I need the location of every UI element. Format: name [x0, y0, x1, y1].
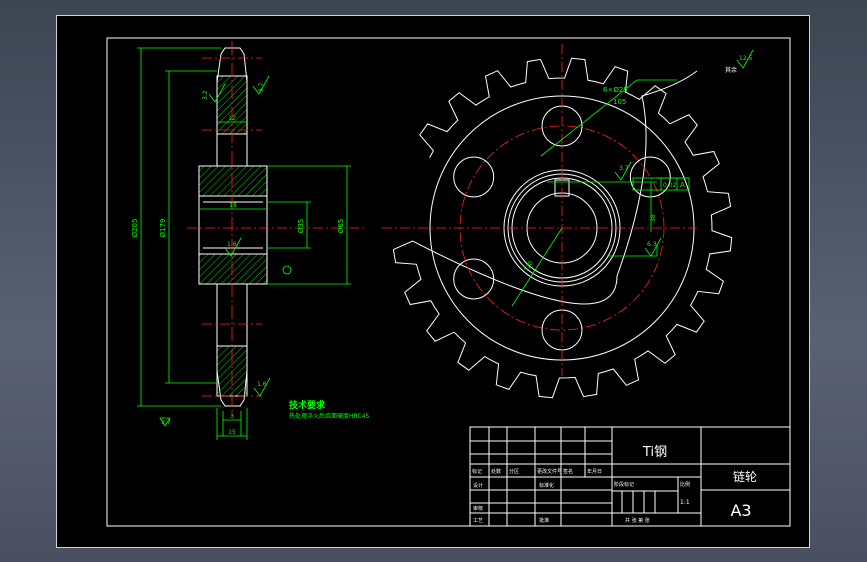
std-label: 标准化 [539, 482, 554, 489]
rough-1-6b: 1.6 [257, 381, 267, 388]
revision-label: 签名 [563, 468, 573, 475]
revision-label: 更改文件号 [537, 468, 562, 475]
drawing-canvas: Ø205 Ø179 Ø35 Ø65 12 18 3 15 3.2 3.7 1.6… [56, 15, 810, 548]
datum-a: A [680, 181, 685, 189]
dim-d179: Ø179 [159, 219, 167, 238]
dim-15: 15 [228, 429, 236, 436]
rough-1-6a: 1.6 [227, 241, 237, 248]
rough-3-2: 3.2 [202, 90, 209, 100]
approve-label: 批准 [539, 517, 549, 524]
revision-label: 处数 [491, 468, 501, 475]
title-block: 标记 处数 分区 更改文件号 签名 年月日 设计 标准化 审核 工艺 批准 阶段标记 比例… [469, 426, 791, 527]
side-view: 6×Ø25 105 3.7 0.02 A 6.3 38 120 其余 12.5 [382, 44, 754, 399]
tol-value: 0.02 [663, 182, 677, 189]
check-label: 审核 [473, 505, 483, 512]
dim-6xd25: 6×Ø25 [603, 86, 628, 94]
corner-label: 其余 [725, 66, 737, 74]
part-name: 链轮 [733, 469, 757, 484]
corner-roughness: 12.5 [739, 55, 753, 62]
dim-38: 38 [650, 214, 657, 222]
process-label: 工艺 [473, 518, 483, 524]
stage-label: 阶段标记 [614, 481, 634, 488]
sheet-size: A3 [730, 501, 751, 520]
rough-3-7b: 3.7 [161, 419, 171, 426]
tech-heading: 技术要求 [289, 399, 326, 411]
revision-label: 分区 [509, 468, 519, 475]
dim-pcd: 105 [613, 98, 626, 106]
material: Ti钢 [642, 445, 667, 460]
lightening-hole [629, 156, 671, 198]
scale-label: 比例 [680, 481, 690, 488]
dim-d205: Ø205 [131, 219, 139, 238]
design-label: 设计 [473, 482, 483, 489]
rough-6-3: 6.3 [647, 241, 657, 248]
dim-18: 18 [229, 202, 237, 209]
cad-drawing: Ø205 Ø179 Ø35 Ø65 12 18 3 15 3.2 3.7 1.6… [106, 37, 791, 527]
scale-value: 1:1 [680, 499, 690, 506]
dim-d65: Ø65 [337, 219, 345, 233]
dim-3: 3 [230, 413, 234, 420]
revision-label: 标记 [472, 468, 482, 475]
sheet-text: 共 张 第 张 [625, 517, 650, 524]
revision-row-labels: 标记 处数 分区 更改文件号 签名 年月日 [472, 468, 602, 475]
dim-12: 12 [228, 115, 236, 122]
rough-3-7: 3.7 [258, 82, 265, 92]
dim-d35: Ø35 [297, 219, 305, 233]
rough-side-3-7: 3.7 [619, 165, 629, 172]
tech-line-1: 热处理淬火后齿面硬度HRC45 [289, 412, 369, 420]
front-view: Ø205 Ø179 Ø35 Ø65 12 18 3 15 3.2 3.7 1.6… [131, 41, 367, 440]
revision-label: 年月日 [587, 468, 602, 475]
